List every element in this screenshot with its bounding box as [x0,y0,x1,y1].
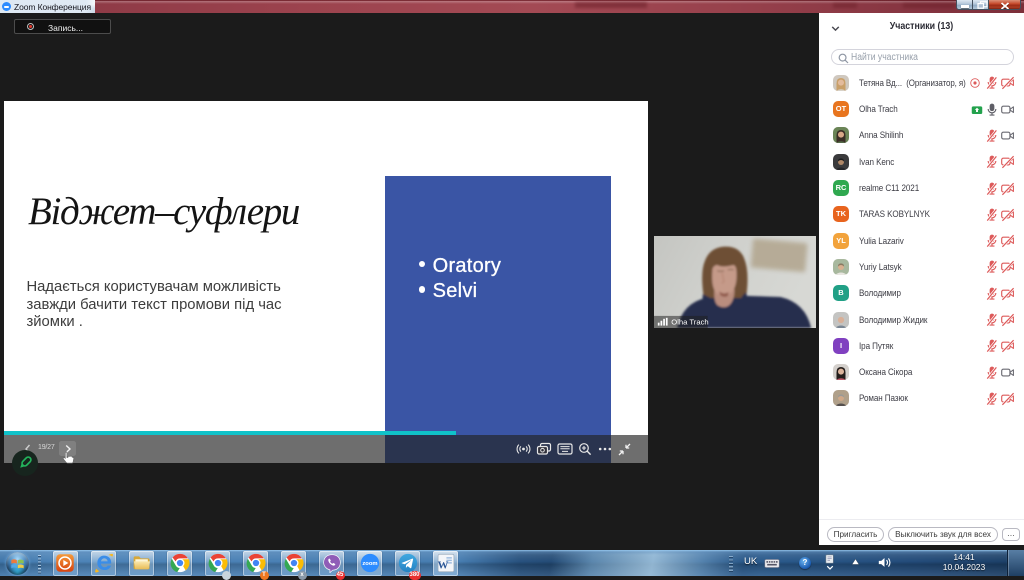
svg-text:zoom: zoom [362,561,377,567]
svg-text:Olha Trach: Olha Trach [671,318,708,327]
svg-text:W: W [437,559,448,571]
